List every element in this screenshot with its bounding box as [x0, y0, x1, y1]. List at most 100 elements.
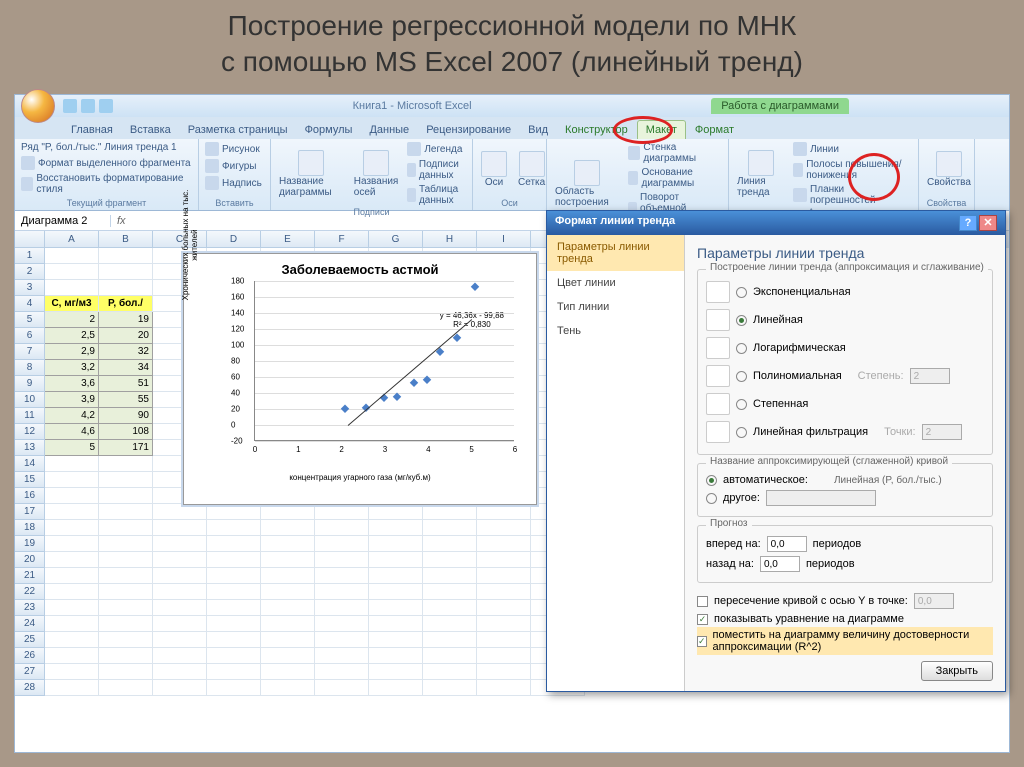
row-header[interactable]: 13	[15, 440, 45, 456]
cell[interactable]: 3,9	[45, 392, 99, 408]
cell[interactable]: 3,6	[45, 376, 99, 392]
cell[interactable]	[99, 456, 153, 472]
cell[interactable]: 5	[45, 440, 99, 456]
axis-titles-button[interactable]: Названия осей	[350, 148, 403, 200]
cell[interactable]	[99, 280, 153, 296]
tab-Макет[interactable]: Макет	[637, 120, 686, 139]
cell[interactable]	[45, 648, 99, 664]
cell[interactable]	[423, 536, 477, 552]
chart-element-selector[interactable]: Ряд "P, бол./тыс." Линия тренда 1	[19, 141, 194, 154]
cell[interactable]	[369, 680, 423, 696]
cell[interactable]	[315, 584, 369, 600]
forecast-forward-input[interactable]	[767, 536, 807, 552]
chart-wall-button[interactable]: Стенка диаграммы	[626, 141, 724, 165]
close-button[interactable]: Закрыть	[921, 661, 993, 681]
cell[interactable]	[261, 616, 315, 632]
row-header[interactable]: 10	[15, 392, 45, 408]
cell[interactable]	[477, 648, 531, 664]
name-box[interactable]: Диаграмма 2	[15, 215, 111, 227]
cell[interactable]	[315, 568, 369, 584]
cell[interactable]	[315, 616, 369, 632]
cell[interactable]	[45, 552, 99, 568]
cell[interactable]	[261, 600, 315, 616]
row-header[interactable]: 24	[15, 616, 45, 632]
cell[interactable]	[477, 520, 531, 536]
cell[interactable]	[99, 616, 153, 632]
cell[interactable]	[261, 632, 315, 648]
legend-button[interactable]: Легенда	[405, 141, 468, 157]
tab-Вставка[interactable]: Вставка	[122, 121, 179, 139]
cell[interactable]	[45, 472, 99, 488]
dialog-titlebar[interactable]: Формат линии тренда ? ✕	[547, 211, 1005, 235]
cell[interactable]	[477, 568, 531, 584]
dialog-nav-item[interactable]: Тип линии	[547, 295, 684, 319]
axes-button[interactable]: Оси	[477, 149, 511, 190]
embedded-chart[interactable]: Заболеваемость астмой Хронических больны…	[183, 253, 537, 505]
row-header[interactable]: 11	[15, 408, 45, 424]
column-header[interactable]: H	[423, 231, 477, 248]
error-bars-button[interactable]: Планки погрешностей	[791, 183, 914, 207]
name-auto-radio[interactable]: автоматическое:Линейная (P, бол./тыс.)	[706, 472, 984, 488]
tab-Данные[interactable]: Данные	[361, 121, 417, 139]
cell[interactable]	[369, 504, 423, 520]
cell[interactable]	[423, 664, 477, 680]
cell[interactable]	[153, 536, 207, 552]
cell[interactable]	[315, 504, 369, 520]
cell[interactable]	[99, 648, 153, 664]
trendline-button[interactable]: Линия тренда	[733, 148, 788, 200]
column-header[interactable]: G	[369, 231, 423, 248]
row-header[interactable]: 9	[15, 376, 45, 392]
row-header[interactable]: 4	[15, 296, 45, 312]
cell[interactable]	[99, 472, 153, 488]
cell[interactable]	[261, 520, 315, 536]
cell[interactable]	[45, 600, 99, 616]
cell[interactable]	[261, 664, 315, 680]
row-header[interactable]: 5	[15, 312, 45, 328]
cell[interactable]	[261, 504, 315, 520]
cell[interactable]	[99, 552, 153, 568]
cell[interactable]	[207, 632, 261, 648]
cell[interactable]	[99, 568, 153, 584]
cell[interactable]	[45, 568, 99, 584]
cell[interactable]	[45, 632, 99, 648]
fx-icon[interactable]: fx	[111, 215, 132, 227]
cell[interactable]	[45, 536, 99, 552]
quick-access-toolbar[interactable]	[63, 99, 113, 113]
column-header[interactable]: F	[315, 231, 369, 248]
row-header[interactable]: 27	[15, 664, 45, 680]
row-header[interactable]: 7	[15, 344, 45, 360]
cell[interactable]	[45, 488, 99, 504]
data-labels-button[interactable]: Подписи данных	[405, 158, 468, 182]
cell[interactable]	[45, 680, 99, 696]
trend-type-option[interactable]: ПолиномиальнаяСтепень:	[706, 362, 984, 390]
cell[interactable]	[477, 584, 531, 600]
insert-shapes-button[interactable]: Фигуры	[203, 158, 266, 174]
cell[interactable]	[369, 648, 423, 664]
cell[interactable]	[423, 552, 477, 568]
cell[interactable]	[261, 552, 315, 568]
trend-type-option[interactable]: Логарифмическая	[706, 334, 984, 362]
tab-Главная[interactable]: Главная	[63, 121, 121, 139]
tab-Рецензирование[interactable]: Рецензирование	[418, 121, 519, 139]
cell[interactable]	[369, 632, 423, 648]
properties-button[interactable]: Свойства	[923, 149, 975, 190]
cell[interactable]	[477, 552, 531, 568]
cell[interactable]	[423, 568, 477, 584]
cell[interactable]	[207, 680, 261, 696]
cell[interactable]	[45, 264, 99, 280]
row-header[interactable]: 25	[15, 632, 45, 648]
name-other-input[interactable]	[766, 490, 876, 506]
cell[interactable]: 3,2	[45, 360, 99, 376]
row-header[interactable]: 26	[15, 648, 45, 664]
cell[interactable]	[153, 648, 207, 664]
cell[interactable]	[153, 504, 207, 520]
cell[interactable]	[153, 632, 207, 648]
row-header[interactable]: 18	[15, 520, 45, 536]
trend-type-option[interactable]: Линейная	[706, 306, 984, 334]
chart-title-button[interactable]: Название диаграммы	[275, 148, 347, 200]
cell[interactable]: P, бол./тыс.	[99, 296, 153, 312]
cell[interactable]	[99, 536, 153, 552]
reset-style-button[interactable]: Восстановить форматирование стиля	[19, 172, 194, 196]
cell[interactable]: 20	[99, 328, 153, 344]
cell[interactable]	[207, 568, 261, 584]
